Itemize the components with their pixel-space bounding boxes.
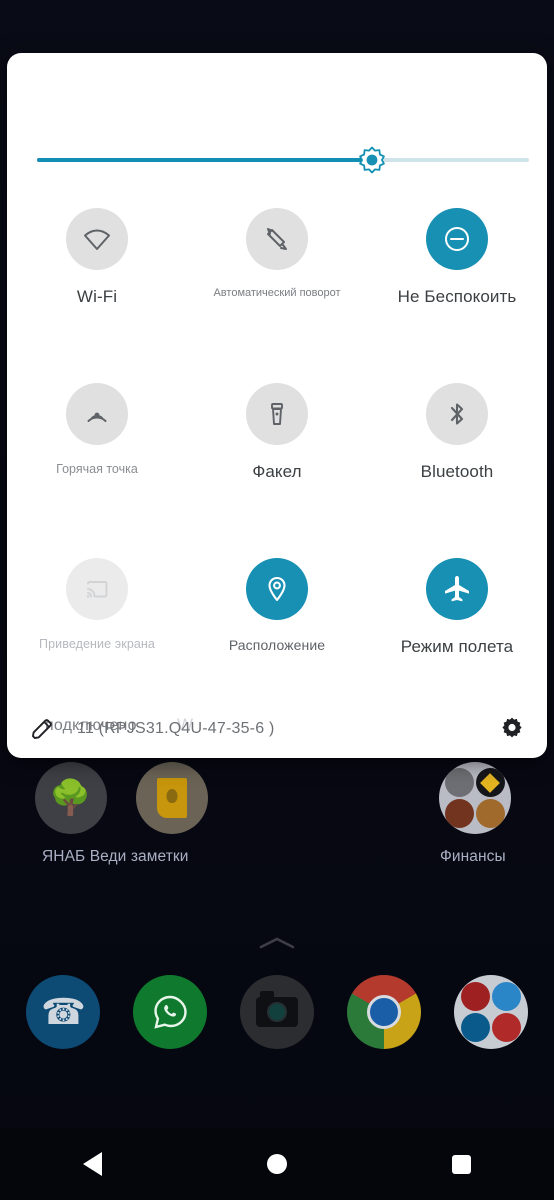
brightness-sun-icon[interactable] xyxy=(358,146,386,174)
folder-mini-1 xyxy=(444,768,474,797)
home-slot-empty-2 xyxy=(323,762,424,834)
tile-label-hotspot: Горячая точка xyxy=(56,462,138,476)
tile-wifi[interactable]: Wi-Fi xyxy=(7,208,187,383)
tile-row-2: Горячая точка Факел Bluetooth xyxy=(7,383,547,558)
location-pin-icon xyxy=(268,576,286,602)
wifi-tile-circle xyxy=(66,208,128,270)
tile-location[interactable]: Расположение xyxy=(187,558,367,688)
recents-square-icon xyxy=(452,1154,472,1174)
chevron-up-icon[interactable] xyxy=(257,935,297,951)
social-mini-1 xyxy=(460,982,490,1011)
quick-settings-panel: Wi-Fi Автоматический поворот Не Беспокои… xyxy=(7,53,547,758)
gear-icon[interactable] xyxy=(499,716,525,742)
phone-glyph: ☎ xyxy=(40,991,86,1032)
camera-icon xyxy=(239,975,314,1049)
home-app-keep-notes[interactable] xyxy=(121,762,222,834)
dock-app-camera[interactable] xyxy=(224,975,331,1049)
social-mini-2 xyxy=(491,982,521,1011)
tile-label-do-not-disturb: Не Беспокоить xyxy=(397,287,517,306)
folder-mini-4 xyxy=(475,799,505,828)
home-dock: ☎ xyxy=(0,975,554,1049)
airplane-tile-circle xyxy=(426,558,488,620)
cast-icon xyxy=(86,581,108,598)
tile-label-bluetooth: Bluetooth xyxy=(420,462,494,481)
tile-airplane-mode[interactable]: Режим полета xyxy=(367,558,547,688)
flashlight-icon xyxy=(271,403,283,425)
dock-app-chrome[interactable] xyxy=(330,975,437,1049)
brightness-slider[interactable] xyxy=(37,146,529,174)
tile-do-not-disturb[interactable]: Не Беспокоить xyxy=(367,208,547,383)
brightness-fill xyxy=(37,158,372,162)
phone-screen: 🌳 ЯНАБ Веди заметки Финансы ☎ Wi-Fi Авто… xyxy=(0,0,554,1200)
back-triangle-icon xyxy=(82,1152,102,1176)
whatsapp-glyph xyxy=(154,995,187,1029)
hotspot-icon xyxy=(87,412,107,422)
nav-home-button[interactable] xyxy=(232,1128,322,1200)
auto-rotate-icon xyxy=(267,228,287,250)
quick-settings-tiles: Wi-Fi Автоматический поворот Не Беспокои… xyxy=(7,208,547,688)
tile-label-location: Расположение xyxy=(228,637,326,653)
tile-label-auto-rotate: Автоматический поворот xyxy=(213,287,341,299)
tile-hotspot[interactable]: Горячая точка xyxy=(7,383,187,558)
location-tile-circle xyxy=(246,558,308,620)
tile-label-wifi: Wi-Fi xyxy=(76,287,118,306)
chrome-icon xyxy=(346,975,421,1049)
tile-label-screen-cast: Приведение экрана xyxy=(39,637,155,651)
do-not-disturb-icon xyxy=(445,227,469,251)
keep-doc-shape xyxy=(156,778,187,818)
pencil-edit-icon[interactable] xyxy=(29,716,55,742)
home-circle-icon xyxy=(266,1154,287,1174)
social-mini-grid xyxy=(458,979,524,1045)
keep-notes-icon xyxy=(135,762,208,834)
tile-screen-cast[interactable]: Приведение экрана xyxy=(7,558,187,688)
tile-label-airplane-mode: Режим полета xyxy=(400,637,514,656)
auto-rotate-tile-circle xyxy=(246,208,308,270)
dock-app-whatsapp[interactable] xyxy=(117,975,224,1049)
tile-flashlight[interactable]: Факел xyxy=(187,383,367,558)
tile-label-flashlight: Факел xyxy=(252,462,302,481)
tile-row-1: Wi-Fi Автоматический поворот Не Беспокои… xyxy=(7,208,547,383)
build-version-text: 11 (RPJS31.Q4U-47-35-6 ) xyxy=(77,720,275,737)
bluetooth-tile-circle xyxy=(426,383,488,445)
tile-row-3: Приведение экрана Расположение Режим пол… xyxy=(7,558,547,688)
hotspot-tile-circle xyxy=(66,383,128,445)
camera-body-shape xyxy=(255,991,298,1027)
home-slot-empty-1 xyxy=(222,762,323,834)
wifi-icon xyxy=(84,229,110,250)
tree-app-icon: 🌳 xyxy=(34,762,107,834)
dock-app-phone[interactable]: ☎ xyxy=(10,975,117,1049)
nav-recents-button[interactable] xyxy=(417,1128,507,1200)
home-app-row-label: ЯНАБ Веди заметки xyxy=(42,848,189,865)
tree-glyph: 🌳 xyxy=(49,779,92,817)
navigation-bar xyxy=(0,1128,554,1200)
tile-bluetooth[interactable]: Bluetooth xyxy=(367,383,547,558)
home-app-yanab[interactable]: 🌳 xyxy=(20,762,121,834)
phone-icon: ☎ xyxy=(26,975,101,1049)
flashlight-tile-circle xyxy=(246,383,308,445)
finance-folder-label: Финансы xyxy=(440,848,506,865)
dock-app-social-folder[interactable] xyxy=(437,975,544,1049)
social-folder-icon xyxy=(453,975,528,1049)
nav-back-button[interactable] xyxy=(47,1128,137,1200)
bluetooth-icon xyxy=(450,403,464,425)
cast-tile-circle xyxy=(66,558,128,620)
social-mini-4 xyxy=(491,1013,521,1042)
folder-mini-grid xyxy=(442,765,508,831)
social-mini-3 xyxy=(460,1013,490,1042)
folder-mini-3 xyxy=(444,799,474,828)
home-app-row: 🌳 xyxy=(0,762,554,834)
dnd-tile-circle xyxy=(426,208,488,270)
quick-settings-footer: 11 (RPJS31.Q4U-47-35-6 ) xyxy=(7,700,547,758)
finance-folder-icon xyxy=(438,762,511,834)
home-app-finance-folder[interactable] xyxy=(424,762,525,834)
tile-auto-rotate[interactable]: Автоматический поворот xyxy=(187,208,367,383)
airplane-icon xyxy=(445,576,469,602)
whatsapp-icon xyxy=(133,975,208,1049)
folder-mini-2 xyxy=(475,768,505,797)
